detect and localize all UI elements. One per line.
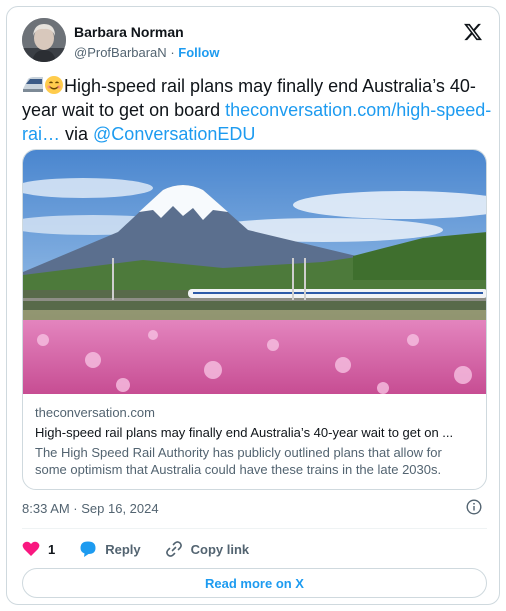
link-description: The High Speed Rail Authority has public… <box>35 445 442 477</box>
high-speed-train-icon <box>23 77 43 92</box>
copy-link-label: Copy link <box>190 541 250 557</box>
like-button[interactable]: 1 <box>22 541 55 557</box>
separator-dot: · <box>170 45 175 60</box>
smiling-face-icon <box>45 76 63 94</box>
link-preview-image[interactable] <box>23 150 487 394</box>
like-count: 1 <box>48 541 56 557</box>
author-handle[interactable]: @ProfBarbaraN <box>74 45 167 60</box>
tweet-card: Barbara Norman @ProfBarbaraN · Follow Hi… <box>6 6 500 605</box>
action-bar: 1 Reply Copy link <box>22 535 273 563</box>
reply-button[interactable]: Reply <box>79 540 141 558</box>
heart-icon <box>22 541 40 556</box>
mention-link[interactable]: @ConversationEDU <box>93 124 255 144</box>
link-preview-card[interactable]: theconversation.com High-speed rail plan… <box>22 149 487 490</box>
tweet-timestamp[interactable]: 8:33 AM · Sep 16, 2024 <box>22 501 159 516</box>
via-text: via <box>60 124 94 144</box>
divider <box>22 528 487 529</box>
follow-button[interactable]: Follow <box>178 45 219 60</box>
avatar[interactable] <box>22 18 66 62</box>
author-handle-line: @ProfBarbaraN · Follow <box>74 45 219 60</box>
tweet-text: High-speed rail plans may finally end Au… <box>22 74 492 146</box>
reply-bubble-icon <box>80 541 96 557</box>
info-icon[interactable] <box>466 499 482 515</box>
copy-link-button[interactable]: Copy link <box>165 540 250 558</box>
link-title: High-speed rail plans may finally end Au… <box>35 425 454 440</box>
link-icon <box>165 541 182 557</box>
reply-label: Reply <box>105 541 141 557</box>
link-preview-info: theconversation.com High-speed rail plan… <box>23 394 486 478</box>
read-more-button[interactable]: Read more on X <box>22 568 487 598</box>
x-logo-icon[interactable] <box>463 22 483 42</box>
author-name[interactable]: Barbara Norman <box>74 24 184 40</box>
link-domain: theconversation.com <box>35 405 155 420</box>
